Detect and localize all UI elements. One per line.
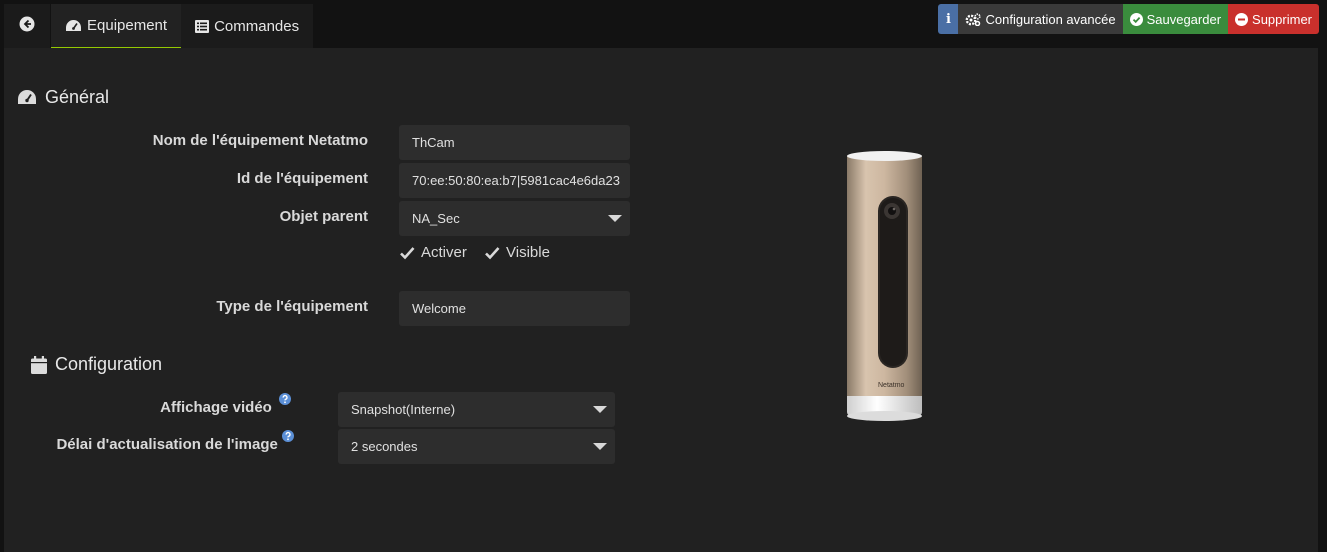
check-circle-icon: [1129, 12, 1143, 26]
equipment-id-field[interactable]: 70:ee:50:80:ea:b7|5981cac4e6da23: [399, 163, 630, 198]
delete-button[interactable]: Supprimer: [1228, 4, 1319, 34]
equipment-name-label: Nom de l'équipement Netatmo: [152, 132, 368, 149]
checkmark-icon: [399, 245, 415, 261]
info-button[interactable]: i: [938, 4, 959, 34]
checkmark-icon: [484, 245, 500, 261]
visible-checkbox[interactable]: Visible: [484, 244, 550, 261]
minus-circle-icon: [1235, 12, 1249, 26]
tab-commands[interactable]: Commandes: [181, 4, 314, 48]
cogs-icon: [965, 12, 982, 26]
list-icon: [195, 19, 210, 33]
action-buttons: i Configuration avancée Sauvegarder Supp…: [938, 4, 1319, 34]
top-bar: Equipement Commandes i Configuration ava…: [0, 0, 1327, 48]
tab-equipment-label: Equipement: [87, 17, 168, 34]
configuration-section-title: Configuration: [31, 354, 162, 375]
video-display-value: Snapshot(Interne): [351, 402, 456, 417]
delete-label: Supprimer: [1252, 11, 1312, 27]
equipment-name-field[interactable]: ThCam: [399, 125, 630, 160]
save-button[interactable]: Sauvegarder: [1122, 4, 1229, 34]
equipment-type-field[interactable]: Welcome: [399, 291, 630, 326]
parent-object-label: Objet parent: [279, 208, 368, 225]
help-icon[interactable]: [279, 393, 291, 405]
back-button[interactable]: [4, 4, 50, 48]
general-title-text: Général: [45, 87, 110, 107]
refresh-delay-select[interactable]: 2 secondes: [338, 429, 615, 464]
save-label: Sauvegarder: [1146, 11, 1222, 27]
refresh-delay-label: Délai d'actualisation de l'image: [40, 430, 294, 453]
calendar-icon: [31, 355, 47, 374]
refresh-delay-label-text: Délai d'actualisation de l'image: [56, 436, 278, 453]
activate-label: Activer: [421, 244, 467, 261]
chevron-down-icon: [593, 443, 607, 450]
general-section-title: Général: [17, 87, 109, 108]
activate-checkbox[interactable]: Activer: [399, 244, 467, 261]
equipment-type-label: Type de l'équipement: [216, 298, 368, 315]
chevron-down-icon: [608, 215, 622, 222]
advanced-config-label: Configuration avancée: [985, 11, 1116, 27]
device-image: Netatmo: [840, 148, 930, 428]
video-display-label-text: Affichage vidéo: [160, 399, 272, 416]
advanced-config-button[interactable]: Configuration avancée: [958, 4, 1123, 34]
video-display-label: Affichage vidéo: [40, 393, 291, 416]
equipment-id-label: Id de l'équipement: [236, 170, 368, 187]
tab-bar: Equipement Commandes: [4, 4, 314, 48]
help-icon[interactable]: [282, 430, 294, 442]
refresh-delay-value: 2 secondes: [351, 439, 418, 454]
arrow-circle-left-icon: [19, 16, 35, 36]
tab-equipment[interactable]: Equipement: [51, 4, 182, 48]
visible-label: Visible: [506, 244, 550, 261]
configuration-title-text: Configuration: [55, 354, 163, 374]
tachometer-icon: [65, 19, 82, 33]
tab-commands-label: Commandes: [214, 17, 300, 35]
device-brand-text: Netatmo: [878, 382, 905, 389]
parent-object-select[interactable]: NA_Sec: [399, 201, 630, 236]
tachometer-icon: [17, 89, 37, 106]
video-display-select[interactable]: Snapshot(Interne): [338, 392, 615, 427]
chevron-down-icon: [593, 406, 607, 413]
parent-object-value: NA_Sec: [412, 211, 460, 226]
